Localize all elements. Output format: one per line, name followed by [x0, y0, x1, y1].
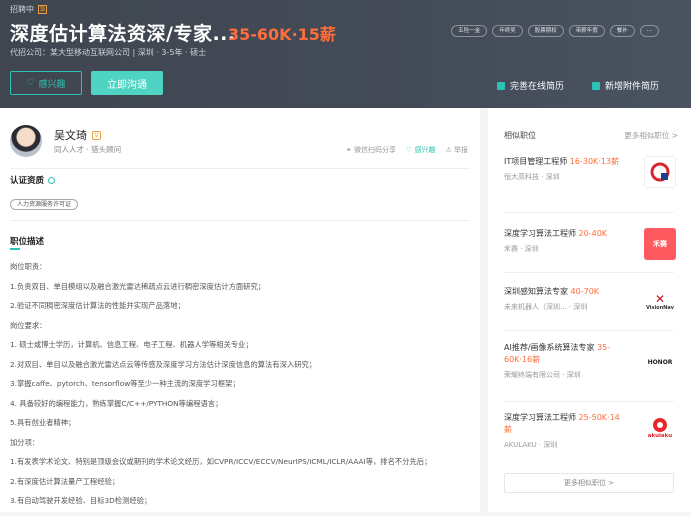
heart-icon: ♡ [26, 78, 35, 88]
similar-jobs-panel: 相似职位 更多相似职位 > IT项目管理工程师 16-30K·13薪 恒大高科技… [488, 108, 691, 512]
job-title: 深度估计算法资深/专家... [10, 23, 236, 45]
description-line: 岗位职责： [10, 262, 47, 271]
description-line: 1. 硕士或博士学历，计算机、信息工程、电子工程、机器人学等相关专业； [10, 340, 253, 349]
similar-job-item[interactable]: AI推荐/画像系统算法专家 35-60K·16薪 荣耀终端有限公司 · 深圳 H… [504, 342, 676, 380]
divider [10, 220, 470, 221]
attachment-icon [592, 81, 600, 90]
more-tags-button[interactable]: ··· [639, 25, 659, 37]
divider [504, 212, 674, 213]
description-title: 职位描述 [10, 237, 45, 247]
company-logo-text: akulaku [647, 433, 673, 439]
similar-job-item[interactable]: IT项目管理工程师 16-30K·13薪 恒大高科技 · 深圳 [504, 156, 676, 188]
more-similar-link[interactable]: 更多相似职位 > [624, 130, 678, 141]
info-icon [48, 176, 56, 184]
benefit-tag: 带薪年假 [568, 25, 605, 37]
warning-icon: ⚠ [445, 146, 454, 154]
interest-label: 感兴趣 [414, 146, 436, 154]
description-line: 3.有自动驾驶开发经验、目标3D检测经验； [10, 496, 152, 505]
link-icon: ⚭ [345, 146, 354, 154]
divider [504, 401, 674, 402]
divider [504, 272, 674, 273]
status-text: 招聘中 [10, 5, 34, 14]
interest-link[interactable]: ♡ 感兴趣 [406, 145, 436, 155]
job-detail-card: 吴文琦 V 同人人才 · 猎头顾问 ⚭ 微信扫码分享 ♡ 感兴趣 ⚠ 举报 认证… [0, 108, 480, 512]
benefit-tags: 五险一金 年终奖 股票期权 带薪年假 餐补 ··· [451, 25, 659, 37]
job-item-title: AI推荐/画像系统算法专家 [504, 343, 595, 352]
description-line: 岗位要求： [10, 320, 47, 330]
report-link[interactable]: ⚠ 举报 [445, 145, 468, 155]
complete-resume-label: 完善在线简历 [510, 82, 565, 92]
description-line: 1.有发表学术论文、特别是顶级会议或期刊的学术论文经历，如CVPR/ICCV/E… [10, 457, 432, 466]
divider [504, 330, 674, 331]
benefit-tag: 股票期权 [527, 25, 564, 37]
complete-resume-link[interactable]: 完善在线简历 [497, 79, 564, 92]
company-logo: 禾赛 [644, 228, 676, 260]
job-salary: 35-60K·15薪 [228, 25, 336, 44]
description-line: 2.有深度估计算法量产工程经验； [10, 476, 120, 486]
description-line: 2.对双目、单目以及融合激光雷达点云等传感及深度学习方法估计深度信息的算法有深入… [10, 359, 317, 369]
company-logo [644, 156, 676, 188]
benefit-tag: 年终奖 [492, 25, 523, 37]
description-line: 1.负责双目、单目模组以及融合激光雷达稀疏点云进行稠密深度估计方面研究； [10, 281, 266, 291]
job-item-title: 深度学习算法工程师 [504, 229, 576, 238]
description-line: 5.具有创业者精神； [10, 418, 76, 427]
verified-badge-icon: V [92, 130, 101, 140]
company-logo: ✕ VisionNav [644, 286, 676, 318]
report-label: 举报 [454, 146, 468, 154]
job-item-salary: 16-30K·13薪 [569, 157, 620, 166]
benefit-tag: 五险一金 [451, 25, 488, 37]
similar-jobs-title: 相似职位 [504, 131, 536, 140]
recruiter-actions: ⚭ 微信扫码分享 ♡ 感兴趣 ⚠ 举报 [346, 145, 468, 155]
company-logo-text: VisionNav [646, 305, 674, 311]
job-item-salary: 40-70K [570, 287, 600, 296]
share-label: 微信扫码分享 [353, 146, 396, 154]
job-description: 岗位职责： 1.负责双目、单目模组以及融合激光雷达稀疏点云进行稠密深度估计方面研… [10, 262, 475, 516]
recruiter-name-row: 吴文琦 V [54, 127, 101, 143]
certification-tag: 人力资源服务许可证 [10, 199, 79, 210]
similar-job-item[interactable]: 深度学习算法工程师 25-50K·14薪 AKULAKU · 深圳 akulak… [504, 412, 676, 450]
similar-job-item[interactable]: 深度学习算法工程师 20-40K 禾赛 · 深圳 禾赛 [504, 228, 676, 260]
benefit-tag: 餐补 [609, 25, 635, 37]
resume-icon [497, 81, 505, 90]
job-header: 招聘中 急 深度估计算法资深/专家... 35-60K·15薪 五险一金 年终奖… [0, 0, 691, 108]
job-item-salary: 20-40K [578, 229, 608, 238]
attach-resume-link[interactable]: 新增附件简历 [592, 79, 659, 92]
company-logo: HONOR [644, 346, 676, 378]
certification-title: 认证资质 [10, 174, 56, 186]
interest-label: 感兴趣 [38, 79, 66, 90]
recruiter-name: 吴文琦 [54, 129, 87, 142]
description-line: 3.掌握caffe、pytorch、tensorflow等至少一种主流的深度学习… [10, 379, 240, 388]
company-logo: akulaku [644, 412, 676, 444]
company-logo-mark: ✕ [654, 292, 666, 306]
description-line: 2.验证不同稠密深度估计算法的性能并实现产品落地； [10, 301, 185, 310]
certification-title-text: 认证资质 [10, 176, 45, 186]
job-status: 招聘中 急 [10, 4, 47, 15]
chat-now-button[interactable]: 立即沟通 [91, 71, 163, 95]
share-link[interactable]: ⚭ 微信扫码分享 [346, 145, 396, 155]
job-item-title: 深度学习算法工程师 [504, 413, 576, 422]
more-similar-button[interactable]: 更多相似职位 > [504, 473, 674, 493]
description-line: 4. 具备较好的编程能力，熟练掌握C/C++/PYTHON等编程语言； [10, 398, 223, 408]
job-item-title: 深圳感知算法专家 [504, 287, 568, 296]
job-item-title: IT项目管理工程师 [504, 157, 568, 166]
similar-job-item[interactable]: 深圳感知算法专家 40-70K 未来机器人（深圳... · 深圳 ✕ Visio… [504, 286, 676, 318]
description-line: 加分项： [10, 437, 40, 447]
company-logo-mark [650, 162, 670, 182]
divider [10, 168, 470, 169]
interest-button[interactable]: ♡ 感兴趣 [10, 71, 82, 95]
company-logo-mark [653, 418, 667, 432]
recruiter-role: 同人人才 · 猎头顾问 [54, 145, 122, 154]
attach-resume-label: 新增附件简历 [605, 82, 660, 92]
title-underline [10, 248, 20, 250]
job-meta: 代招公司：某大型移动互联网公司 | 深圳 · 3-5年 · 硕士 [10, 48, 207, 57]
recruiter-avatar[interactable] [10, 125, 42, 157]
urgent-badge: 急 [38, 5, 47, 14]
